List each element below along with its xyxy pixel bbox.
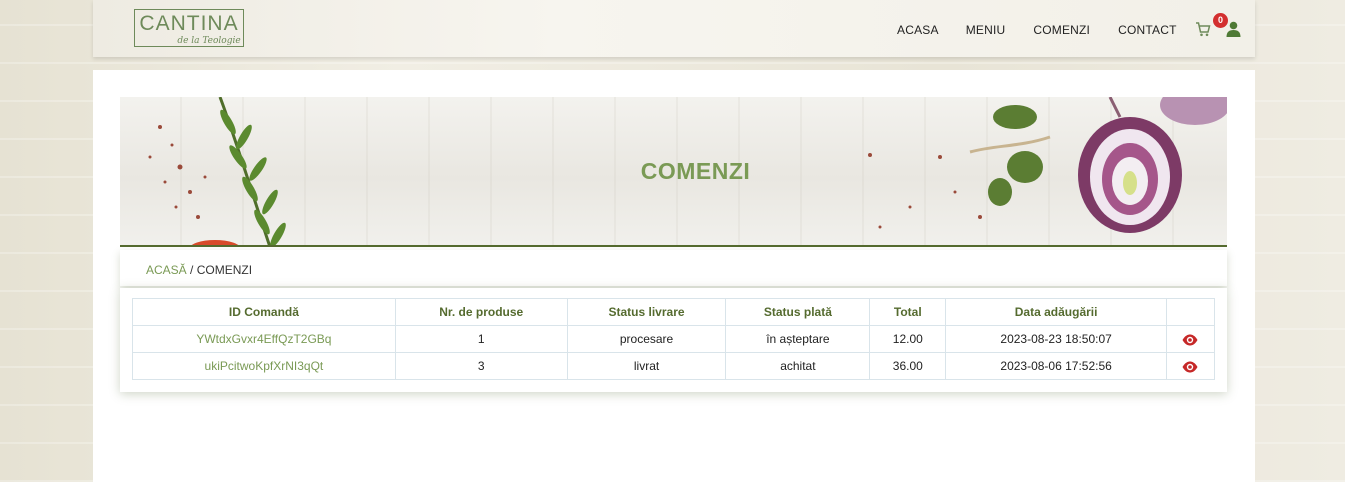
user-icon[interactable] xyxy=(1226,21,1241,37)
order-delivery-status: livrat xyxy=(566,352,727,380)
orders-table: ID Comandă Nr. de produse Status livrare… xyxy=(132,298,1216,380)
col-header-delivery: Status livrare xyxy=(566,298,727,326)
table-header-row: ID Comandă Nr. de produse Status livrare… xyxy=(132,298,1216,326)
breadcrumb: ACASĂ / COMENZI xyxy=(120,250,1227,286)
logo-title: CANTINA xyxy=(139,12,239,35)
order-id-link[interactable]: YWtdxGvxr4EffQzT2GBq xyxy=(132,325,396,353)
order-product-count: 1 xyxy=(394,325,568,353)
nav-acasa[interactable]: ACASA xyxy=(897,23,939,37)
order-total: 12.00 xyxy=(869,325,947,353)
col-header-actions xyxy=(1165,298,1216,326)
cart-icon[interactable] xyxy=(1195,21,1211,37)
site-header: CANTINA de la Teologie ACASA MENIU COMEN… xyxy=(93,0,1255,57)
order-id-link[interactable]: ukiPcitwoKpfXrNI3qQt xyxy=(132,352,396,380)
table-row: YWtdxGvxr4EffQzT2GBq 1 procesare în aște… xyxy=(132,325,1216,353)
order-delivery-status: procesare xyxy=(566,325,727,353)
order-date: 2023-08-06 17:52:56 xyxy=(945,352,1167,380)
order-product-count: 3 xyxy=(394,352,568,380)
col-header-payment: Status plată xyxy=(725,298,871,326)
nav-comenzi[interactable]: COMENZI xyxy=(1033,23,1090,37)
nav-meniu[interactable]: MENIU xyxy=(966,23,1006,37)
col-header-date: Data adăugării xyxy=(945,298,1167,326)
logo-subtitle: de la Teologie xyxy=(177,36,241,46)
breadcrumb-current: COMENZI xyxy=(196,263,253,277)
table-row: ukiPcitwoKpfXrNI3qQt 3 livrat achitat 36… xyxy=(132,352,1216,380)
col-header-total: Total xyxy=(869,298,947,326)
site-logo[interactable]: CANTINA de la Teologie xyxy=(134,9,244,47)
view-order-icon[interactable] xyxy=(1182,361,1198,373)
hero-banner: COMENZI xyxy=(120,97,1227,247)
order-payment-status: în așteptare xyxy=(725,325,871,353)
order-date: 2023-08-23 18:50:07 xyxy=(945,325,1167,353)
nav-contact[interactable]: CONTACT xyxy=(1118,23,1177,37)
col-header-id: ID Comandă xyxy=(132,298,396,326)
breadcrumb-home-link[interactable]: ACASĂ xyxy=(146,263,187,277)
content-panel: COMENZI ACASĂ / COMENZI ID Comandă Nr. d… xyxy=(93,70,1255,482)
col-header-count: Nr. de produse xyxy=(394,298,568,326)
main-nav: ACASA MENIU COMENZI CONTACT xyxy=(897,23,1177,37)
order-payment-status: achitat xyxy=(725,352,871,380)
breadcrumb-separator: / xyxy=(186,263,197,277)
order-total: 36.00 xyxy=(869,352,947,380)
view-order-icon[interactable] xyxy=(1182,334,1198,346)
orders-card: ID Comandă Nr. de produse Status livrare… xyxy=(120,288,1227,392)
page-title: COMENZI xyxy=(640,158,751,184)
